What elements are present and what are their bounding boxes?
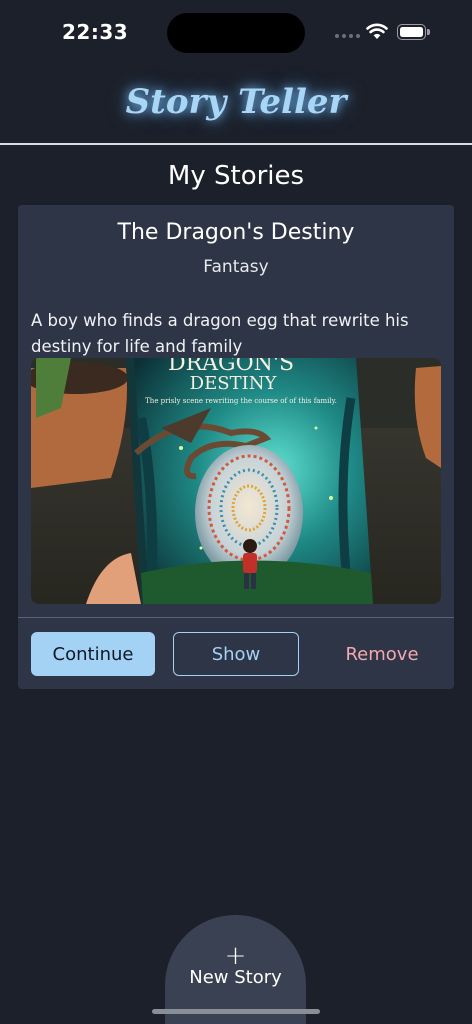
header-divider [0,143,472,145]
story-description: A boy who finds a dragon egg that rewrit… [31,311,409,356]
card-divider [18,617,454,618]
new-story-button[interactable]: + New Story [165,915,306,1024]
home-indicator[interactable] [152,1009,320,1014]
cover-subtitle: The prisly scene rewriting the course of… [145,397,337,405]
wifi-icon [366,23,388,39]
story-card: The Dragon's Destiny Fantasy A boy who f… [18,205,454,689]
cover-title-line2: DESTINY [190,373,278,394]
dynamic-island [167,13,305,53]
page-title: My Stories [167,161,305,191]
status-time: 22:33 [62,20,129,44]
app-title: Story Teller [125,82,347,122]
battery-icon [397,24,430,40]
status-bar: 22:33 [0,0,472,64]
cellular-signal-icon [335,34,360,38]
show-button[interactable]: Show [173,632,299,676]
story-cover-image: DRAGON'S DESTINY The prisly scene rewrit… [31,358,441,604]
story-genre: Fantasy [203,257,269,277]
new-story-label: New Story [189,967,282,988]
story-title: The Dragon's Destiny [117,220,355,245]
continue-button[interactable]: Continue [31,632,155,676]
remove-button[interactable]: Remove [320,632,444,676]
